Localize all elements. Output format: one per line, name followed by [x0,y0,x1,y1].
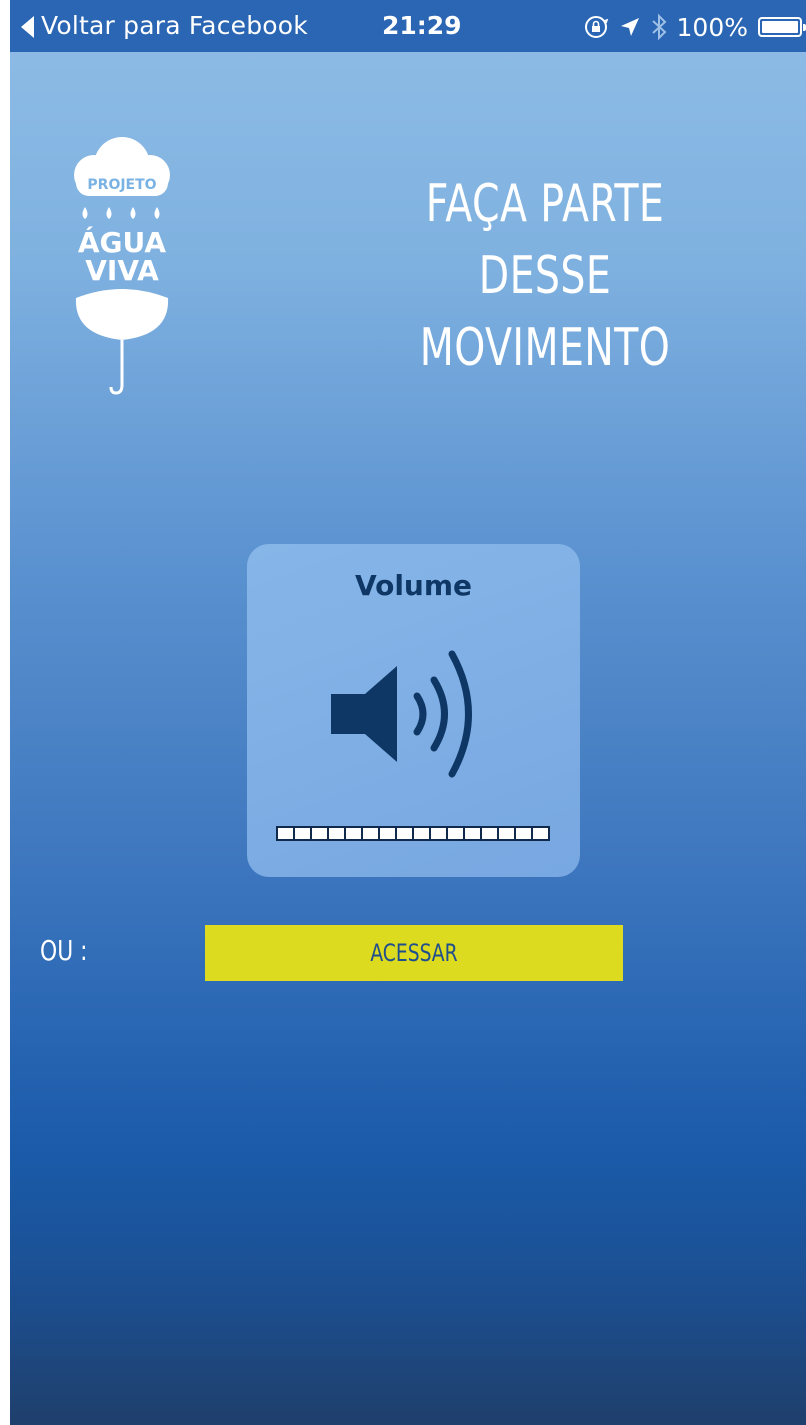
access-button-label: ACESSAR [370,939,458,967]
volume-level-segment [312,828,327,839]
volume-level-segment [431,828,446,839]
volume-level-segment [482,828,497,839]
logo-text-viva: VIVA [85,254,159,287]
access-button[interactable]: ACESSAR [205,925,623,981]
volume-level-segment [414,828,429,839]
projeto-agua-viva-logo: PROJETO ÁGUA VIVA [74,137,170,395]
rain-drops-icon [82,207,160,219]
volume-title: Volume [354,569,473,602]
orientation-lock-icon [584,16,608,38]
volume-level-segment [363,828,378,839]
volume-level-segment [380,828,395,839]
page-headline: FAÇA PARTE DESSE MOVIMENTO [366,168,723,384]
bluetooth-icon [651,13,666,41]
status-time: 21:29 [382,11,462,40]
speaker-volume-icon [331,650,472,778]
headline-line-1: FAÇA PARTE DESSE [425,174,665,306]
volume-level-segment [516,828,531,839]
back-to-facebook-link[interactable]: Voltar para Facebook [41,11,308,40]
battery-fill [762,21,798,33]
volume-level-segment [329,828,344,839]
umbrella-icon [75,289,169,395]
back-chevron-icon[interactable] [21,16,34,38]
app-screen: Voltar para Facebook 21:29 100% PROJETO … [10,0,806,1425]
volume-level-bar [276,826,550,841]
volume-level-segment [278,828,293,839]
volume-level-segment [499,828,514,839]
logo-text-projeto: PROJETO [87,177,156,193]
battery-percent: 100% [676,12,748,42]
status-bar: Voltar para Facebook 21:29 100% [10,0,806,52]
volume-level-segment [397,828,412,839]
status-icons: 100% [583,8,806,46]
battery-icon [758,17,806,37]
volume-level-segment [465,828,480,839]
volume-hud: Volume [247,544,580,877]
volume-level-segment [295,828,310,839]
volume-level-segment [346,828,361,839]
volume-level-segment [533,828,548,839]
headline-line-2: MOVIMENTO [419,318,671,378]
or-label: OU : [40,934,88,967]
volume-level-segment [448,828,463,839]
location-arrow-icon [620,18,639,36]
